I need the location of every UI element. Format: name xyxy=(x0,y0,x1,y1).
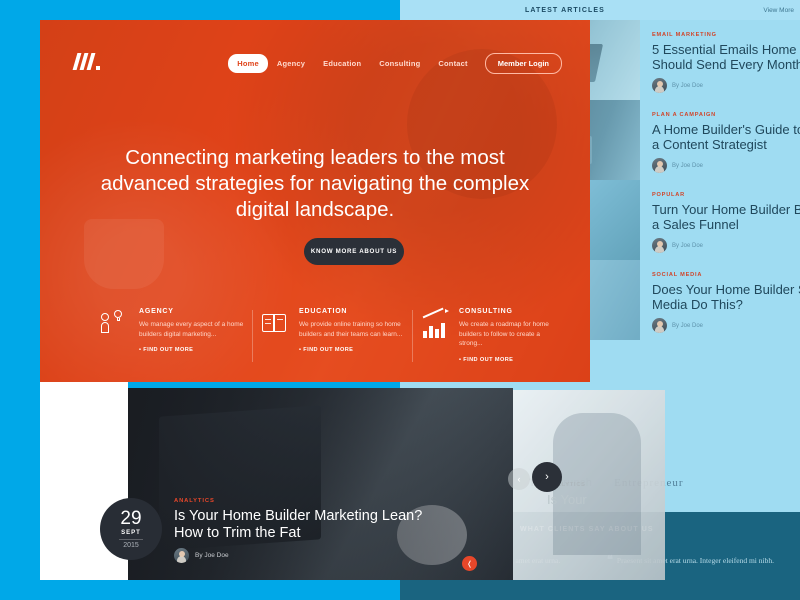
date-day: 29 xyxy=(120,508,142,529)
nav-item-home[interactable]: Home xyxy=(228,54,268,73)
article-category: POPULAR xyxy=(652,192,685,198)
find-out-more-link[interactable]: • FIND OUT MORE xyxy=(299,347,404,353)
article-category: EMAIL MARKETING xyxy=(652,32,717,38)
featured-title-line1: Is Your Home Builder Marketing Lean? xyxy=(174,508,423,524)
nav-item-consulting[interactable]: Consulting xyxy=(370,54,429,73)
date-badge: 29 SEPT 2015 xyxy=(100,498,162,560)
feature-title: EDUCATION xyxy=(299,308,348,315)
carousel-next-button[interactable]: › xyxy=(532,462,562,492)
feature-consulting[interactable]: CONSULTING We create a roadmap for home … xyxy=(412,307,580,363)
featured-author: By Joe Doe xyxy=(174,548,229,563)
featured-category: ANALYTICS xyxy=(174,498,215,504)
article-title[interactable]: Turn Your Home Builder Blog xyxy=(652,202,800,217)
nav-item-education[interactable]: Education xyxy=(314,54,370,73)
carousel-prev-button[interactable]: ‹ xyxy=(508,468,530,490)
feature-description: We create a roadmap for home builders to… xyxy=(459,321,549,347)
avatar xyxy=(652,158,667,173)
slashes-logo[interactable] xyxy=(72,53,115,71)
hero-section: Home Agency Education Consulting Contact… xyxy=(40,20,590,382)
article-category: PLAN A CAMPAIGN xyxy=(652,112,716,118)
article-category: SOCIAL MEDIA xyxy=(652,272,703,278)
main-navigation: Home Agency Education Consulting Contact… xyxy=(228,53,562,74)
feature-title: CONSULTING xyxy=(459,308,513,315)
feature-description: We provide online training so home build… xyxy=(299,321,403,338)
nav-item-agency[interactable]: Agency xyxy=(268,54,314,73)
article-title-line2[interactable]: Should Send Every Month xyxy=(652,57,800,72)
feature-columns: AGENCY We manage every aspect of a home … xyxy=(100,307,580,363)
article-author: By Joe Doe xyxy=(652,158,800,173)
hero-headline: Connecting marketing leaders to the most… xyxy=(100,146,530,221)
know-more-button[interactable]: KNOW MORE ABOUT US xyxy=(304,238,404,265)
feature-education[interactable]: EDUCATION We provide online training so … xyxy=(252,308,420,363)
feature-agency[interactable]: AGENCY We manage every aspect of a home … xyxy=(100,308,260,363)
author-name: By Joe Doe xyxy=(672,242,704,249)
bar-chart-icon xyxy=(420,307,450,342)
article-title-line2[interactable]: a Sales Funnel xyxy=(652,217,800,232)
latest-articles-heading: LATEST ARTICLES xyxy=(525,6,605,14)
featured-title[interactable]: Is Your Home Builder Marketing Lean? How… xyxy=(174,508,422,542)
share-icon[interactable]: ❬ xyxy=(462,556,477,571)
open-book-icon xyxy=(260,308,290,342)
view-more-link[interactable]: View More xyxy=(763,7,794,14)
next-card-title: Is Your xyxy=(547,492,587,507)
article-title-line2[interactable]: Media Do This? xyxy=(652,297,800,312)
featured-title-line2: How to Trim the Fat xyxy=(174,525,301,541)
next-article-card[interactable]: ANALYTICS Is Your xyxy=(505,390,665,580)
person-lightbulb-icon xyxy=(100,308,130,342)
latest-articles-bar: LATEST ARTICLES View More xyxy=(400,0,800,20)
find-out-more-link[interactable]: • FIND OUT MORE xyxy=(459,357,564,363)
feature-title: AGENCY xyxy=(139,308,174,315)
article-author: By Joe Doe xyxy=(652,318,800,333)
featured-article-card[interactable]: ANALYTICS Is Your Home Builder Marketing… xyxy=(128,388,513,580)
member-login-button[interactable]: Member Login xyxy=(484,53,562,74)
author-name: By Joe Doe xyxy=(195,552,229,559)
date-year: 2015 xyxy=(119,539,143,549)
article-title[interactable]: 5 Essential Emails Home Buil xyxy=(652,42,800,57)
article-author: By Joe Doe xyxy=(652,78,800,93)
know-more-label: KNOW MORE ABOUT US xyxy=(310,248,398,255)
article-title-line2[interactable]: a Content Strategist xyxy=(652,137,800,152)
avatar xyxy=(652,238,667,253)
feature-description: We manage every aspect of a home builder… xyxy=(139,321,244,338)
author-name: By Joe Doe xyxy=(672,162,704,169)
avatar xyxy=(174,548,189,563)
avatar xyxy=(652,318,667,333)
article-title[interactable]: A Home Builder's Guide to H xyxy=(652,122,800,137)
avatar xyxy=(652,78,667,93)
article-title[interactable]: Does Your Home Builder Soc xyxy=(652,282,800,297)
nav-item-contact[interactable]: Contact xyxy=(429,54,476,73)
page-canvas: LATEST ARTICLES View More EMAIL MARKETIN… xyxy=(0,0,800,600)
author-name: By Joe Doe xyxy=(672,322,704,329)
find-out-more-link[interactable]: • FIND OUT MORE xyxy=(139,347,244,353)
article-author: By Joe Doe xyxy=(652,238,800,253)
date-month: SEPT xyxy=(121,530,141,536)
author-name: By Joe Doe xyxy=(672,82,704,89)
